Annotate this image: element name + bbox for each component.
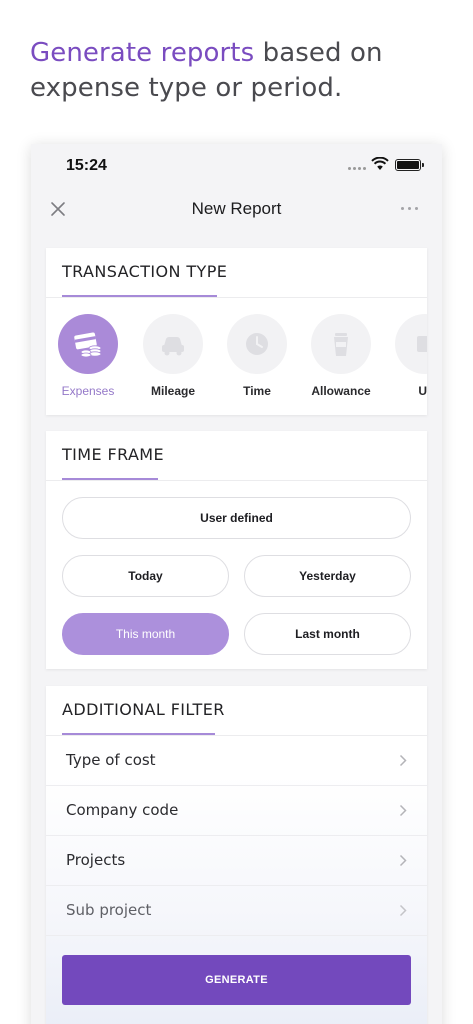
filter-item-company-code[interactable]: Company code [46,786,427,836]
chevron-right-icon [399,804,407,817]
generate-button[interactable]: GENERATE [62,955,411,1005]
phone-screen: 15:24 New Report TRANSACTION TYPE Expens… [31,144,442,1024]
type-label: Mileage [150,384,195,398]
coffee-cup-icon [311,314,371,374]
filter-item-type-of-cost[interactable]: Type of cost [46,736,427,786]
headline-accent: Generate reports [30,38,255,68]
expenses-card-icon [58,314,118,374]
type-item-time[interactable]: Time [215,314,299,398]
clock-icon [227,314,287,374]
chevron-right-icon [399,904,407,917]
additional-filter-title: ADDITIONAL FILTER [62,700,225,719]
filter-item-sub-project[interactable]: Sub project [46,886,427,936]
transaction-type-card: TRANSACTION TYPE Expenses Mileage Time A… [46,248,427,415]
status-time: 15:24 [66,157,107,174]
filter-label: Company code [66,801,179,819]
time-frame-card: TIME FRAME User defined Today Yesterday … [46,431,427,669]
type-item-mileage[interactable]: Mileage [131,314,215,398]
type-label: Ur [418,384,427,398]
type-item-expenses[interactable]: Expenses [46,314,130,398]
page-title: New Report [191,199,282,218]
wifi-icon [371,157,389,170]
transaction-type-list: Expenses Mileage Time Allowance U [46,298,427,415]
today-option[interactable]: Today [62,555,229,597]
yesterday-option[interactable]: Yesterday [244,555,411,597]
navigation-bar: New Report [31,188,442,232]
type-label: Time [243,384,271,398]
this-month-option[interactable]: This month [62,613,229,655]
car-icon [143,314,203,374]
partial-icon [395,314,427,374]
cellular-signal-icon [348,167,368,171]
chevron-right-icon [399,854,407,867]
last-month-option[interactable]: Last month [244,613,411,655]
type-item-allowance[interactable]: Allowance [299,314,383,398]
transaction-type-title: TRANSACTION TYPE [62,262,228,281]
filter-item-projects[interactable]: Projects [46,836,427,886]
type-label: Expenses [61,384,115,398]
chevron-right-icon [399,754,407,767]
filter-label: Projects [66,851,126,869]
marketing-headline: Generate reports based on expense type o… [30,36,450,106]
battery-icon [395,159,424,171]
status-bar: 15:24 [31,144,442,188]
type-label: Allowance [311,384,371,398]
more-icon[interactable] [401,207,425,213]
filter-label: Sub project [66,901,152,919]
user-defined-option[interactable]: User defined [62,497,411,539]
type-item-partial[interactable]: Ur [383,314,427,398]
time-frame-title: TIME FRAME [62,445,165,464]
divider [46,480,427,481]
filter-label: Type of cost [66,751,156,769]
